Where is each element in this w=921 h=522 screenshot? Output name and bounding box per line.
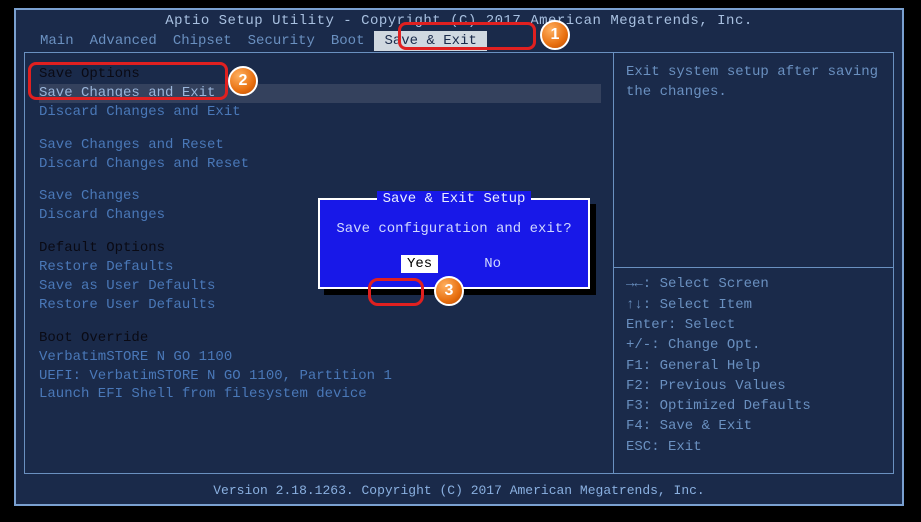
dialog-title: Save & Exit Setup bbox=[377, 191, 532, 207]
key-f1: F1: General Help bbox=[626, 356, 881, 376]
item-save-changes-exit[interactable]: Save Changes and Exit bbox=[39, 84, 601, 103]
help-text: Exit system setup after saving the chang… bbox=[614, 53, 893, 112]
tab-chipset[interactable]: Chipset bbox=[167, 31, 238, 51]
key-esc: ESC: Exit bbox=[626, 437, 881, 457]
key-f4: F4: Save & Exit bbox=[626, 416, 881, 436]
tab-main[interactable]: Main bbox=[34, 31, 80, 51]
dialog-message: Save configuration and exit? bbox=[320, 207, 588, 247]
item-discard-changes-reset[interactable]: Discard Changes and Reset bbox=[39, 155, 601, 174]
tab-boot[interactable]: Boot bbox=[325, 31, 371, 51]
key-enter: Enter: Select bbox=[626, 315, 881, 335]
dialog-buttons: Yes No bbox=[320, 247, 588, 287]
key-f3: F3: Optimized Defaults bbox=[626, 396, 881, 416]
item-boot-verbatim[interactable]: VerbatimSTORE N GO 1100 bbox=[39, 348, 601, 367]
utility-title: Aptio Setup Utility - Copyright (C) 2017… bbox=[16, 10, 902, 31]
save-options-heading: Save Options bbox=[39, 65, 601, 84]
item-boot-efi-shell[interactable]: Launch EFI Shell from filesystem device bbox=[39, 385, 601, 404]
key-select-item: ↑↓: Select Item bbox=[626, 295, 881, 315]
right-pane: Exit system setup after saving the chang… bbox=[613, 53, 893, 473]
key-select-screen: →←: Select Screen bbox=[626, 274, 881, 294]
save-exit-dialog: Save & Exit Setup Save configuration and… bbox=[318, 198, 590, 289]
key-change-opt: +/-: Change Opt. bbox=[626, 335, 881, 355]
key-f2: F2: Previous Values bbox=[626, 376, 881, 396]
version-footer: Version 2.18.1263. Copyright (C) 2017 Am… bbox=[16, 483, 902, 498]
item-discard-changes-exit[interactable]: Discard Changes and Exit bbox=[39, 103, 601, 122]
key-legend: →←: Select Screen ↑↓: Select Item Enter:… bbox=[614, 267, 893, 463]
item-restore-user-defaults[interactable]: Restore User Defaults bbox=[39, 296, 601, 315]
dialog-yes-button[interactable]: Yes bbox=[401, 255, 438, 273]
tab-save-exit[interactable]: Save & Exit bbox=[374, 31, 486, 51]
tab-bar: Main Advanced Chipset Security Boot Save… bbox=[16, 31, 902, 53]
item-boot-uefi-verbatim[interactable]: UEFI: VerbatimSTORE N GO 1100, Partition… bbox=[39, 367, 601, 386]
tab-advanced[interactable]: Advanced bbox=[84, 31, 163, 51]
item-save-changes-reset[interactable]: Save Changes and Reset bbox=[39, 136, 601, 155]
tab-security[interactable]: Security bbox=[242, 31, 321, 51]
boot-override-heading: Boot Override bbox=[39, 329, 601, 348]
dialog-no-button[interactable]: No bbox=[478, 255, 507, 273]
